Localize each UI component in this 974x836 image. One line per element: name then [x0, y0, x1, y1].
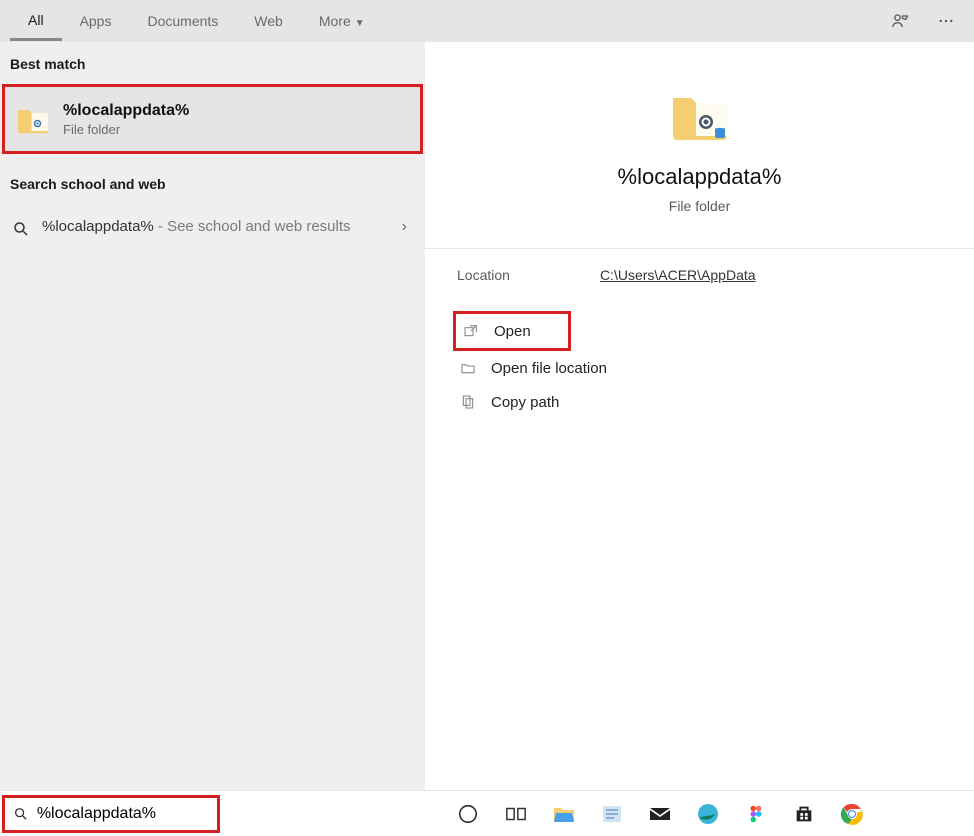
copy-icon [459, 393, 477, 411]
open-file-location-action[interactable]: Open file location [453, 351, 974, 385]
best-match-subtitle: File folder [63, 122, 189, 137]
search-icon [13, 805, 29, 823]
best-match-label: Best match [0, 42, 425, 84]
search-input[interactable] [37, 805, 209, 823]
search-icon [10, 216, 32, 238]
search-web-label: Search school and web [0, 154, 425, 204]
file-explorer-icon[interactable] [550, 800, 578, 828]
figma-icon[interactable] [742, 800, 770, 828]
chevron-down-icon: ▼ [355, 18, 365, 29]
results-panel: Best match %localappdata% File folder Se… [0, 42, 425, 836]
tab-apps[interactable]: Apps [62, 3, 130, 39]
location-label: Location [457, 267, 510, 283]
search-filter-tabs: All Apps Documents Web More▼ [0, 0, 974, 42]
web-result-text: %localappdata% - See school and web resu… [42, 216, 386, 238]
folder-icon [15, 101, 51, 137]
tab-documents[interactable]: Documents [129, 3, 236, 39]
location-path[interactable]: C:\Users\ACER\AppData [600, 267, 756, 283]
tab-all[interactable]: All [10, 2, 62, 41]
divider [425, 248, 974, 249]
tab-web[interactable]: Web [236, 3, 301, 39]
folder-location-icon [459, 359, 477, 377]
feedback-icon[interactable] [890, 11, 910, 31]
task-view-icon[interactable] [502, 800, 530, 828]
preview-folder-icon [668, 82, 732, 146]
notepad-icon[interactable] [598, 800, 626, 828]
best-match-result[interactable]: %localappdata% File folder [2, 84, 423, 154]
edge-icon[interactable] [694, 800, 722, 828]
taskbar [0, 790, 974, 836]
copy-path-action[interactable]: Copy path [453, 385, 974, 419]
open-label: Open [494, 323, 531, 340]
chrome-icon[interactable] [838, 800, 866, 828]
cortana-icon[interactable] [454, 800, 482, 828]
tab-more[interactable]: More▼ [301, 3, 383, 39]
copy-path-label: Copy path [491, 394, 559, 411]
search-box[interactable] [2, 795, 220, 833]
preview-panel: %localappdata% File folder Location C:\U… [425, 42, 974, 836]
open-file-location-label: Open file location [491, 360, 607, 377]
web-search-result[interactable]: %localappdata% - See school and web resu… [0, 204, 425, 250]
store-icon[interactable] [790, 800, 818, 828]
chevron-right-icon: › [396, 218, 413, 236]
preview-subtitle: File folder [425, 198, 974, 214]
preview-title: %localappdata% [425, 164, 974, 190]
open-action[interactable]: Open [453, 311, 571, 351]
open-icon [462, 322, 480, 340]
more-options-icon[interactable] [936, 11, 956, 31]
mail-icon[interactable] [646, 800, 674, 828]
best-match-title: %localappdata% [63, 102, 189, 120]
